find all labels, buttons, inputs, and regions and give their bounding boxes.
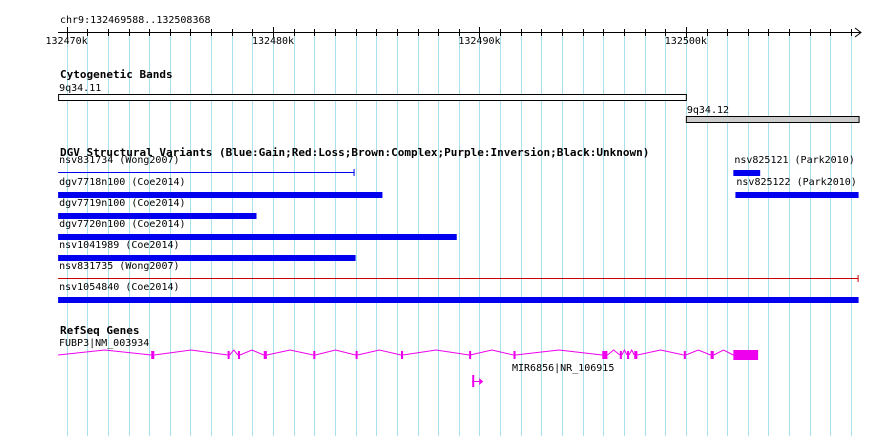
variant-label: nsv831734 (Wong2007) bbox=[59, 155, 179, 166]
variant-label: nsv831735 (Wong2007) bbox=[59, 261, 179, 272]
exon bbox=[469, 351, 472, 359]
exon bbox=[683, 351, 686, 359]
exon bbox=[263, 351, 267, 359]
intron bbox=[357, 349, 402, 356]
exon bbox=[227, 351, 230, 359]
variant-bar bbox=[58, 297, 859, 303]
intron bbox=[713, 349, 734, 356]
exon bbox=[355, 351, 358, 359]
exon bbox=[151, 351, 155, 359]
intron bbox=[470, 349, 514, 356]
exon bbox=[733, 350, 759, 360]
gene-label: FUBP3|NM_003934 bbox=[59, 338, 149, 349]
intron bbox=[229, 349, 239, 356]
genome-browser-canvas: chr9:132469588..132508368 132470k 132480k… bbox=[46, 15, 862, 436]
variant-label: nsv825121 (Park2010) bbox=[734, 155, 854, 166]
variant-label: dgv7719n100 (Coe2014) bbox=[59, 198, 185, 209]
cytoband-track[interactable]: Cytogenetic Bands 9q34.11 9q34.12 bbox=[58, 68, 860, 123]
ruler-tick-label: 132490k bbox=[458, 36, 500, 47]
exon bbox=[237, 351, 240, 359]
variant-label: nsv825122 (Park2010) bbox=[736, 177, 856, 188]
ruler: chr9:132469588..132508368 132470k 132480k… bbox=[46, 15, 862, 47]
refseq-track[interactable]: RefSeq Genes FUBP3|NM_003934 MIR6856|NR_1… bbox=[58, 324, 759, 387]
gene-label: MIR6856|NR_106915 bbox=[512, 363, 614, 374]
intron bbox=[685, 349, 711, 356]
variant-label: dgv7720n100 (Coe2014) bbox=[59, 219, 185, 230]
variant-label: dgv7718n100 (Coe2014) bbox=[59, 177, 185, 188]
refseq-track-title: RefSeq Genes bbox=[60, 324, 139, 337]
exon bbox=[710, 351, 714, 359]
cytoband-features[interactable]: 9q34.11 9q34.12 bbox=[58, 83, 860, 123]
cytoband bbox=[685, 116, 860, 123]
cytoband-label: 9q34.11 bbox=[59, 83, 101, 94]
location-label: chr9:132469588..132508368 bbox=[60, 15, 211, 26]
exon bbox=[627, 351, 630, 359]
intron bbox=[607, 349, 621, 356]
ruler-tick-label: 132480k bbox=[252, 36, 294, 47]
intron bbox=[637, 349, 684, 356]
ruler-ticks: 132470k 132480k 132490k 132500k bbox=[46, 27, 862, 47]
ruler-tick-label: 132470k bbox=[46, 36, 88, 47]
variant-label: nsv1041989 (Coe2014) bbox=[59, 240, 179, 251]
cytoband bbox=[58, 94, 687, 101]
intron bbox=[515, 349, 603, 356]
variant-label: nsv1054840 (Coe2014) bbox=[59, 282, 179, 293]
refseq-features[interactable]: FUBP3|NM_003934 MIR6856|NR_106915 bbox=[58, 338, 759, 387]
variant-bar bbox=[735, 192, 859, 198]
intron bbox=[628, 348, 635, 356]
exon bbox=[619, 351, 622, 359]
dgv-track[interactable]: DGV Structural Variants (Blue:Gain;Red:L… bbox=[58, 146, 859, 303]
dgv-features[interactable]: nsv831734 (Wong2007) dgv7718n100 (Coe2014… bbox=[58, 155, 859, 303]
exon bbox=[513, 351, 516, 359]
exon bbox=[313, 351, 316, 359]
intron bbox=[239, 349, 264, 356]
intron bbox=[58, 349, 152, 356]
exon bbox=[401, 351, 404, 359]
genome-browser-view: chr9:132469588..132508368 132470k 132480k… bbox=[0, 0, 890, 436]
variant-bar bbox=[733, 170, 761, 176]
exon bbox=[602, 351, 608, 359]
exon bbox=[634, 351, 638, 359]
strand-arrow-icon bbox=[479, 378, 484, 385]
cytoband-track-title: Cytogenetic Bands bbox=[60, 68, 173, 81]
ruler-tick-label: 132500k bbox=[665, 36, 707, 47]
cytoband-label: 9q34.12 bbox=[687, 105, 729, 116]
